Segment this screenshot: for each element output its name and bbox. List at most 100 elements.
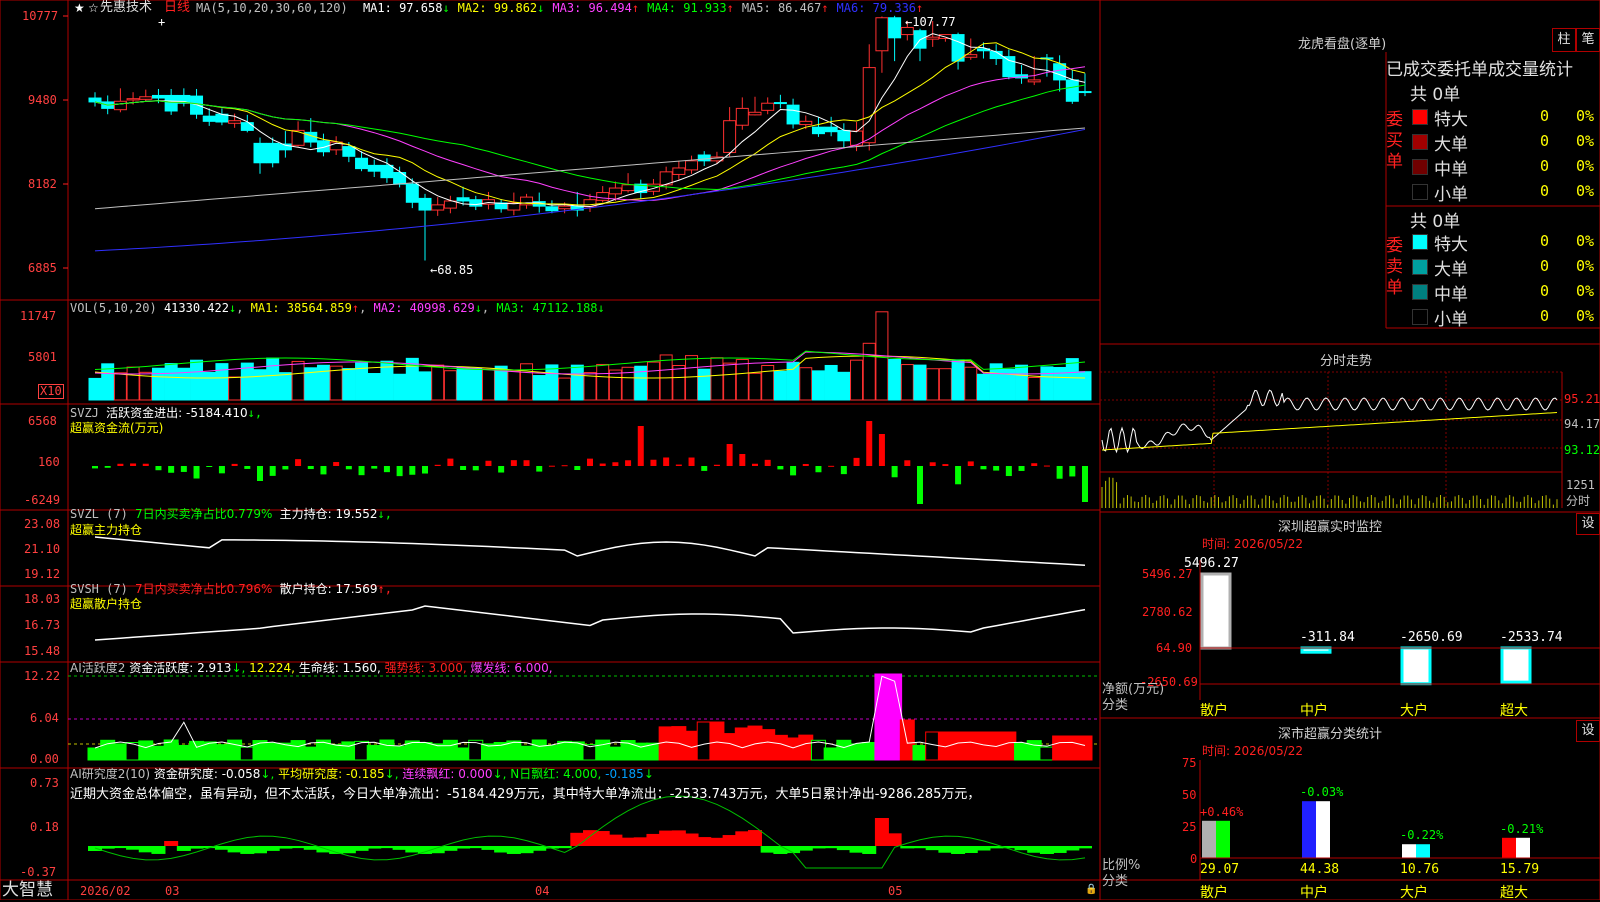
ai2-bar: [138, 846, 153, 853]
svsh-tick: 18.03: [24, 592, 61, 606]
ai2-bar: [519, 846, 534, 854]
svzj-arrow: ↓,: [247, 406, 263, 420]
volume-bar: [735, 359, 749, 401]
classify-ratio-label: 15.79: [1500, 862, 1540, 877]
vol-header: VOL(5,10,20) 41330.422↓, MA1: 38564.859↑…: [70, 301, 605, 315]
classify-category-label: 超大: [1500, 885, 1528, 901]
svzj-bars: [92, 421, 1088, 504]
ai1-bar: [544, 744, 560, 761]
ai2-bar: [570, 832, 585, 846]
ai2-research: 资金研究度: -0.058: [153, 767, 261, 781]
ma-title: MA(5,10,20,30,60,120): [196, 1, 348, 15]
classify-ratio-label: 10.76: [1400, 862, 1440, 877]
ai1-bar: [760, 729, 776, 761]
ai1-title: AI活跃度2: [70, 661, 126, 675]
ai1-tick: 0.00: [30, 752, 59, 766]
classify-settings-button[interactable]: 设: [1576, 720, 1600, 742]
svzj-bar: [117, 463, 124, 466]
ai2-bar: [265, 846, 280, 851]
volume-bar: [545, 364, 559, 401]
candle: [786, 104, 800, 125]
svzj-bar: [333, 462, 340, 466]
candle: [926, 36, 940, 40]
ai1-bar: [519, 745, 535, 761]
svzj-bar: [790, 466, 797, 476]
bar-view-button[interactable]: 柱: [1552, 28, 1576, 52]
cursor-icon: +: [158, 15, 166, 29]
lock-icon[interactable]: 🔒: [1085, 882, 1097, 898]
ai1-bar: [138, 740, 154, 761]
volume-bar: [342, 368, 356, 401]
svzj-value: 活跃资金进出: -5184.410: [106, 406, 248, 420]
classify-bar: [1302, 801, 1316, 858]
svsh-hold: 散户持仓: 17.569: [279, 582, 378, 596]
date-tick: 03: [165, 884, 180, 898]
ai1-bar: [709, 721, 725, 761]
period-label[interactable]: 日线: [164, 0, 190, 16]
ai2-bar: [900, 846, 915, 849]
svzj-bar: [510, 460, 517, 466]
size-color-swatch: [1412, 309, 1428, 325]
svzj-bar: [929, 462, 936, 466]
svzj-bar: [942, 464, 949, 466]
svzj-bar: [980, 466, 987, 470]
ai1-header: AI活跃度2 资金活跃度: 2.913↓, 12.224, 生命线: 1.560…: [70, 660, 553, 676]
classify-time: 时间: 2026/05/22: [1202, 744, 1304, 758]
volume-bar: [596, 363, 610, 401]
ai2-bar: [189, 846, 204, 849]
ai2-value-e: -0.185: [605, 767, 644, 781]
monitor-settings-button[interactable]: 设: [1576, 513, 1600, 535]
candle: [558, 205, 572, 210]
ai2-bar: [303, 846, 318, 850]
volume-bar: [1027, 376, 1041, 401]
ma-legend-arrow: ↑: [726, 1, 734, 15]
ai1-bar: [722, 733, 738, 761]
svzj-bar: [295, 459, 302, 466]
ma-legend-item: MA6: 79.336: [836, 1, 917, 15]
star-icon[interactable]: ★: [74, 0, 85, 16]
svzj-bar: [320, 466, 327, 475]
ai2-arrow-b: ↓,: [384, 767, 399, 781]
volume-bar: [164, 363, 178, 401]
stock-name[interactable]: 先惠技术: [100, 0, 152, 16]
ai2-bar: [227, 846, 242, 853]
classify-category-label: 中户: [1300, 885, 1328, 901]
intraday-chart[interactable]: [1101, 389, 1558, 508]
volume-bar: [278, 372, 292, 401]
svzl-subtitle: 超赢主力持仓: [70, 523, 143, 537]
svzj-bar: [764, 459, 771, 466]
size-row-label: 中单: [1434, 285, 1468, 305]
ai2-bar: [798, 846, 813, 851]
vol-ma1-arrow: ↑: [351, 301, 360, 315]
kline-chart-area[interactable]: [0, 0, 1600, 900]
tick-view-button[interactable]: 笔: [1576, 28, 1600, 52]
svsh-arrow: ↑,: [377, 582, 392, 596]
price-tick: 9480: [28, 93, 57, 107]
ai1-bar: [925, 731, 941, 761]
ai2-bar: [443, 846, 458, 851]
svzj-bar: [599, 463, 606, 466]
ai1-bar: [607, 746, 623, 761]
svzj-bar: [1069, 466, 1076, 477]
ai1-bar: [366, 744, 382, 761]
ai2-bar: [557, 846, 572, 849]
classify-change-label: +0.46%: [1200, 804, 1244, 819]
dragon-tabs[interactable]: 已成交委托单成交量统计: [1386, 55, 1573, 80]
ai2-bar: [633, 837, 648, 846]
volume-bar: [786, 361, 800, 401]
ai1-bar: [785, 737, 801, 761]
ai1-bar: [379, 739, 395, 761]
classify-ytick: 0: [1190, 852, 1198, 866]
favorite-icon[interactable]: ☆: [88, 0, 99, 16]
svsh-line: [94, 605, 1086, 641]
ai1-bar: [912, 744, 928, 761]
sell-count: 共 0单: [1410, 212, 1461, 232]
volume-bar: [697, 368, 711, 401]
intraday-price-tick: 95.21: [1564, 392, 1600, 406]
candle: [431, 204, 445, 211]
ai2-bar: [176, 846, 191, 851]
svsh-tick: 15.48: [24, 644, 61, 658]
ai1-bar: [1039, 746, 1055, 761]
volume-bar: [88, 377, 102, 401]
ai2-bar: [532, 846, 547, 851]
